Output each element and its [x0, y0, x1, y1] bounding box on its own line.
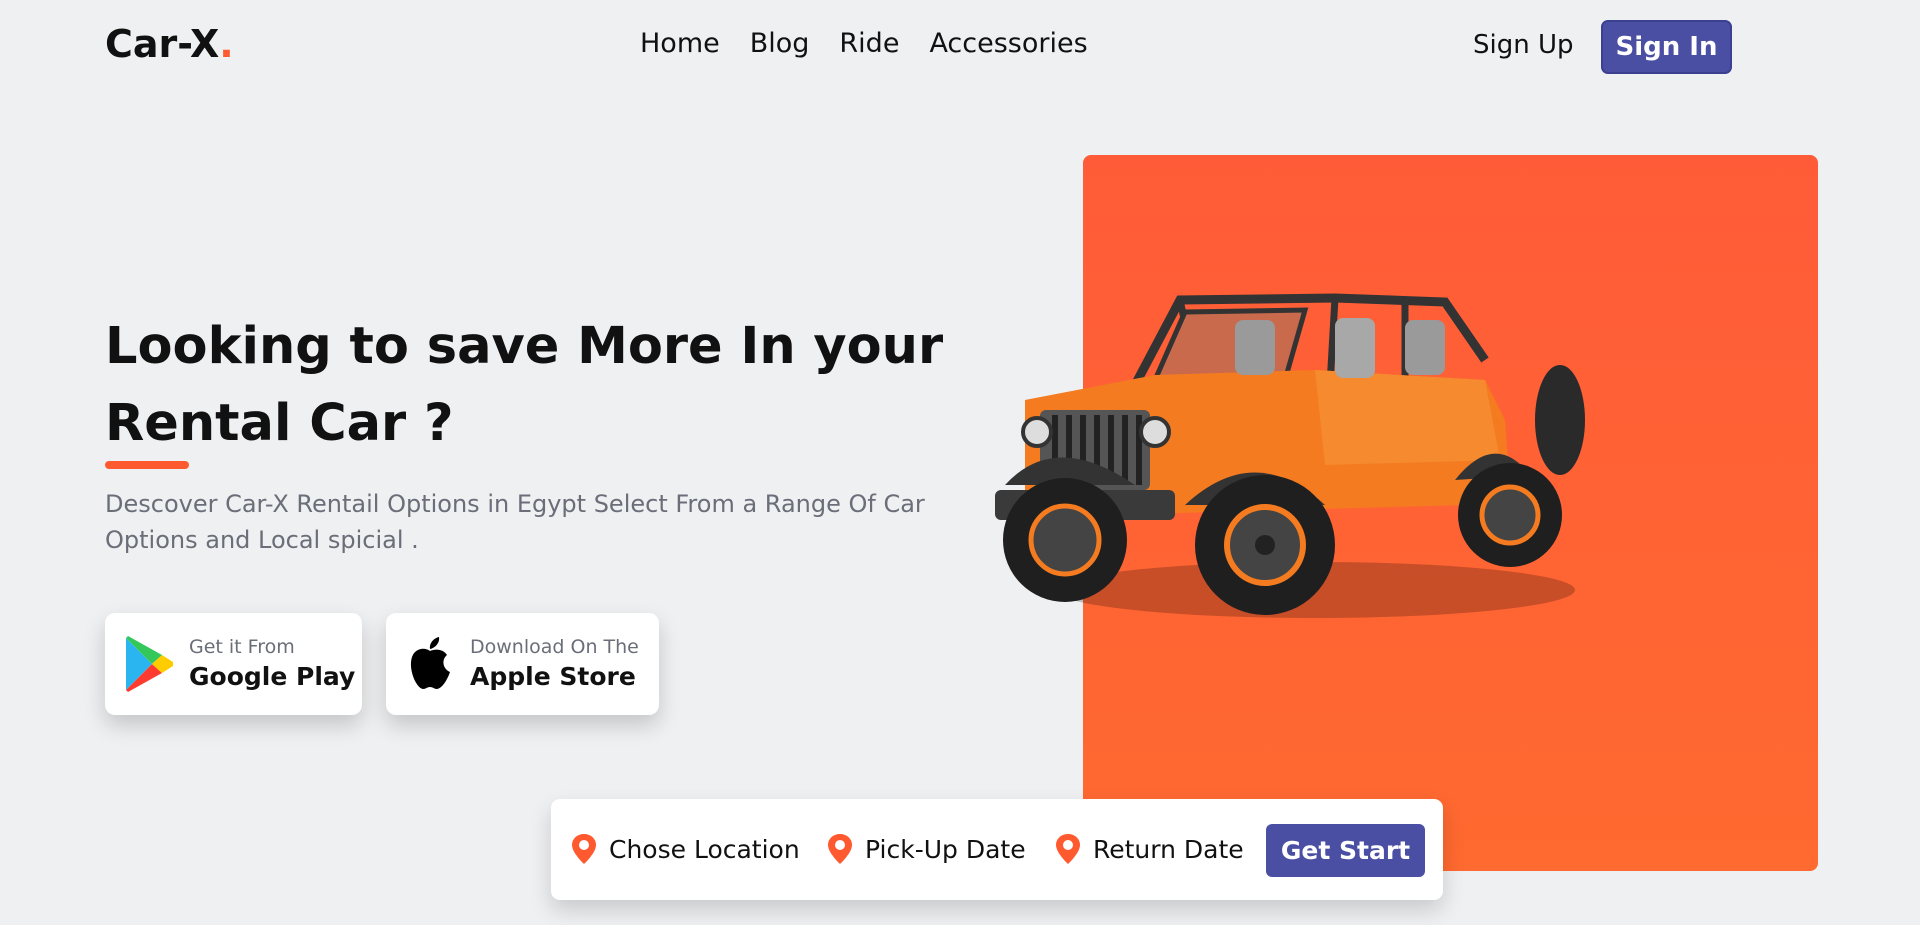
nav-ride[interactable]: Ride	[839, 28, 899, 59]
nav-blog[interactable]: Blog	[750, 28, 810, 59]
brand-dot: .	[219, 22, 234, 66]
booking-search-bar: Chose Location Pick-Up Date Return Date …	[551, 799, 1443, 900]
get-start-button[interactable]: Get Start	[1266, 824, 1425, 877]
nav-home[interactable]: Home	[640, 28, 720, 59]
hero-title: Looking to save More In your Rental Car …	[105, 317, 944, 453]
car-image	[995, 293, 1585, 618]
title-underline	[105, 461, 189, 469]
apple-store-big: Apple Store	[470, 662, 636, 691]
brand-logo[interactable]: Car-X.	[105, 22, 234, 66]
sign-in-button[interactable]: Sign In	[1601, 20, 1732, 74]
main-nav: Home Blog Ride Accessories	[640, 28, 1088, 59]
google-play-button[interactable]: Get it From Google Play	[105, 613, 362, 715]
hero-description: Descover Car-X Rentail Options in Egypt …	[105, 490, 925, 554]
location-pin-icon	[828, 834, 852, 864]
location-label: Chose Location	[609, 834, 800, 864]
apple-icon	[404, 636, 456, 692]
nav-accessories[interactable]: Accessories	[929, 28, 1087, 59]
brand-name: Car-X	[105, 22, 220, 66]
location-pin-icon	[572, 834, 596, 864]
apple-store-small: Download On The	[470, 636, 639, 658]
pickup-date-label: Pick-Up Date	[865, 834, 1026, 864]
apple-store-button[interactable]: Download On The Apple Store	[386, 613, 659, 715]
google-play-icon	[123, 636, 175, 692]
sign-up-button[interactable]: Sign Up	[1473, 30, 1574, 60]
google-play-big: Google Play	[189, 662, 356, 691]
pickup-date-field[interactable]: Pick-Up Date	[827, 833, 1026, 865]
location-pin-icon	[1056, 834, 1080, 864]
return-date-field[interactable]: Return Date	[1055, 833, 1244, 865]
google-play-small: Get it From	[189, 636, 295, 658]
location-field[interactable]: Chose Location	[571, 833, 800, 865]
return-date-label: Return Date	[1093, 834, 1244, 864]
page: Car-X. Home Blog Ride Accessories Sign U…	[0, 0, 1920, 925]
